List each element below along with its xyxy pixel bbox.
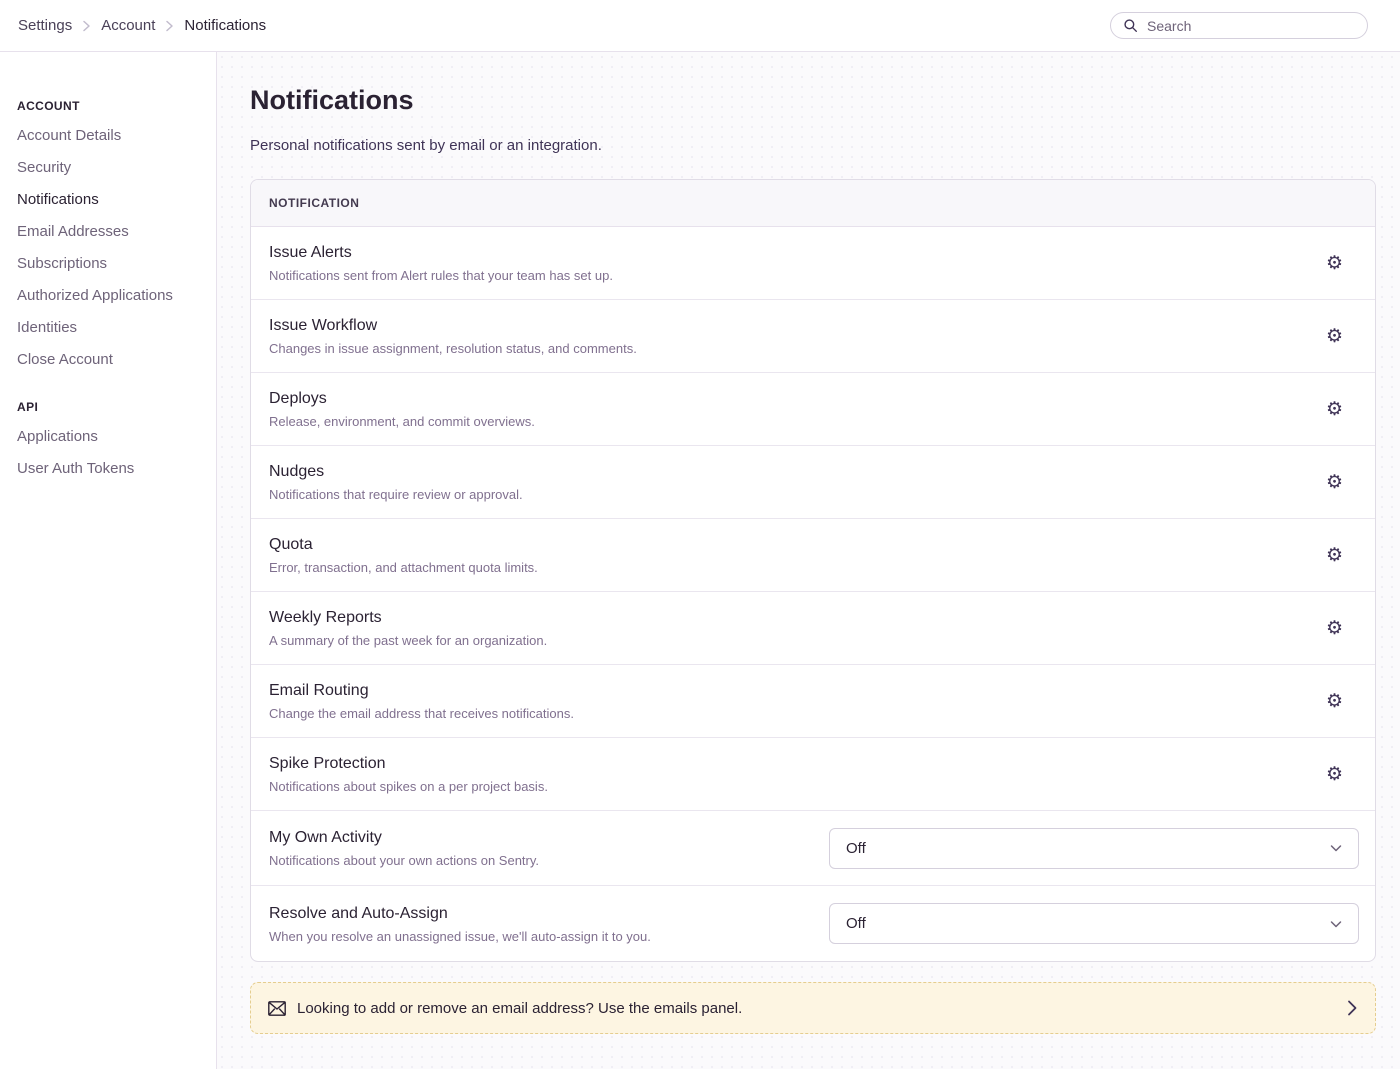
page-title: Notifications xyxy=(250,84,1376,116)
banner-text: Looking to add or remove an email addres… xyxy=(297,1000,1335,1017)
breadcrumb-item-notifications: Notifications xyxy=(184,17,266,34)
sidebar-section-api: API ApplicationsUser Auth Tokens xyxy=(17,400,202,485)
table-header: NOTIFICATION xyxy=(251,180,1375,227)
sidebar-item-identities[interactable]: Identities xyxy=(17,312,202,344)
table-row-nudges: Nudges Notifications that require review … xyxy=(251,446,1375,519)
sidebar-section-title: ACCOUNT xyxy=(17,99,202,113)
sidebar-item-subscriptions[interactable]: Subscriptions xyxy=(17,248,202,280)
row-text: Issue Workflow Changes in issue assignmen… xyxy=(269,315,1326,357)
row-title: Issue Alerts xyxy=(269,242,1326,263)
page-body: ACCOUNTAccount DetailsSecurityNotificati… xyxy=(0,52,1400,1069)
sidebar-item-user-auth-tokens[interactable]: User Auth Tokens xyxy=(17,453,202,485)
gear-icon[interactable]: ⚙︎ xyxy=(1326,473,1343,492)
chevron-right-icon xyxy=(82,20,91,32)
gear-icon[interactable]: ⚙︎ xyxy=(1326,765,1343,784)
row-description: Notifications about your own actions on … xyxy=(269,852,829,869)
row-description: Notifications that require review or app… xyxy=(269,486,1326,503)
row-description: When you resolve an unassigned issue, we… xyxy=(269,928,829,945)
select-value: Off xyxy=(846,840,866,857)
row-text: My Own Activity Notifications about your … xyxy=(269,827,829,869)
row-description: Release, environment, and commit overvie… xyxy=(269,413,1326,430)
sidebar-item-email-addresses[interactable]: Email Addresses xyxy=(17,216,202,248)
table-row-deploys: Deploys Release, environment, and commit … xyxy=(251,373,1375,446)
row-text: Issue Alerts Notifications sent from Aler… xyxy=(269,242,1326,284)
row-title: Spike Protection xyxy=(269,753,1326,774)
gear-icon[interactable]: ⚙︎ xyxy=(1326,546,1343,565)
row-title: My Own Activity xyxy=(269,827,829,848)
row-description: Changes in issue assignment, resolution … xyxy=(269,340,1326,357)
breadcrumb-item-account[interactable]: Account xyxy=(101,17,155,34)
row-text: Quota Error, transaction, and attachment … xyxy=(269,534,1326,576)
sidebar-section-title: API xyxy=(17,400,202,414)
row-text: Nudges Notifications that require review … xyxy=(269,461,1326,503)
row-text: Resolve and Auto-Assign When you resolve … xyxy=(269,903,829,945)
table-row-spike-protection: Spike Protection Notifications about spik… xyxy=(251,738,1375,811)
select-value: Off xyxy=(846,915,866,932)
sidebar-item-notifications[interactable]: Notifications xyxy=(17,184,202,216)
row-description: Error, transaction, and attachment quota… xyxy=(269,559,1326,576)
row-text: Spike Protection Notifications about spik… xyxy=(269,753,1326,795)
row-text: Weekly Reports A summary of the past week… xyxy=(269,607,1326,649)
chevron-down-icon xyxy=(1328,840,1344,856)
row-title: Deploys xyxy=(269,388,1326,409)
row-title: Email Routing xyxy=(269,680,1326,701)
sidebar-item-applications[interactable]: Applications xyxy=(17,421,202,453)
email-info-banner[interactable]: Looking to add or remove an email addres… xyxy=(250,982,1376,1034)
sidebar-item-security[interactable]: Security xyxy=(17,152,202,184)
table-row-email-routing: Email Routing Change the email address th… xyxy=(251,665,1375,738)
sidebar-item-close-account[interactable]: Close Account xyxy=(17,344,202,376)
top-header: Settings Account Notifications xyxy=(0,0,1400,52)
breadcrumb: Settings Account Notifications xyxy=(18,17,266,34)
row-text: Email Routing Change the email address th… xyxy=(269,680,1326,722)
row-description: Change the email address that receives n… xyxy=(269,705,1326,722)
table-row-issue-workflow: Issue Workflow Changes in issue assignmen… xyxy=(251,300,1375,373)
row-description: Notifications sent from Alert rules that… xyxy=(269,267,1326,284)
notifications-panel: NOTIFICATION Issue Alerts Notifications s… xyxy=(250,179,1376,962)
search-box[interactable] xyxy=(1110,12,1368,39)
table-row-issue-alerts: Issue Alerts Notifications sent from Aler… xyxy=(251,227,1375,300)
gear-icon[interactable]: ⚙︎ xyxy=(1326,254,1343,273)
search-icon xyxy=(1123,18,1138,33)
gear-icon[interactable]: ⚙︎ xyxy=(1326,692,1343,711)
chevron-down-icon xyxy=(1328,916,1344,932)
chevron-right-icon xyxy=(165,20,174,32)
row-title: Resolve and Auto-Assign xyxy=(269,903,829,924)
chevron-right-icon xyxy=(1346,999,1358,1017)
sidebar-nav: ACCOUNT Account DetailsSecurityNotificati… xyxy=(0,52,217,1069)
table-row-weekly-reports: Weekly Reports A summary of the past week… xyxy=(251,592,1375,665)
my-own-activity-select[interactable]: Off xyxy=(829,828,1359,869)
row-title: Weekly Reports xyxy=(269,607,1326,628)
table-header-label: NOTIFICATION xyxy=(269,196,359,210)
table-row-quota: Quota Error, transaction, and attachment … xyxy=(251,519,1375,592)
notification-table-body: Issue Alerts Notifications sent from Aler… xyxy=(251,227,1375,961)
row-title: Issue Workflow xyxy=(269,315,1326,336)
main-content: Notifications Personal notifications sen… xyxy=(217,52,1400,1069)
gear-icon[interactable]: ⚙︎ xyxy=(1326,327,1343,346)
row-title: Quota xyxy=(269,534,1326,555)
table-row-resolve-and-auto-assign: Resolve and Auto-Assign When you resolve … xyxy=(251,886,1375,961)
sidebar-item-account-details[interactable]: Account Details xyxy=(17,120,202,152)
resolve-and-auto-assign-select[interactable]: Off xyxy=(829,903,1359,944)
gear-icon[interactable]: ⚙︎ xyxy=(1326,619,1343,638)
sidebar-section-account: ACCOUNT Account DetailsSecurityNotificati… xyxy=(17,99,202,376)
sidebar-item-authorized-applications[interactable]: Authorized Applications xyxy=(17,280,202,312)
row-description: A summary of the past week for an organi… xyxy=(269,632,1326,649)
breadcrumb-item-settings[interactable]: Settings xyxy=(18,17,72,34)
row-text: Deploys Release, environment, and commit … xyxy=(269,388,1326,430)
gear-icon[interactable]: ⚙︎ xyxy=(1326,400,1343,419)
row-title: Nudges xyxy=(269,461,1326,482)
table-row-my-own-activity: My Own Activity Notifications about your … xyxy=(251,811,1375,886)
search-input[interactable] xyxy=(1145,17,1355,35)
envelope-icon xyxy=(268,1001,286,1016)
row-description: Notifications about spikes on a per proj… xyxy=(269,778,1326,795)
page-description: Personal notifications sent by email or … xyxy=(250,137,1376,154)
